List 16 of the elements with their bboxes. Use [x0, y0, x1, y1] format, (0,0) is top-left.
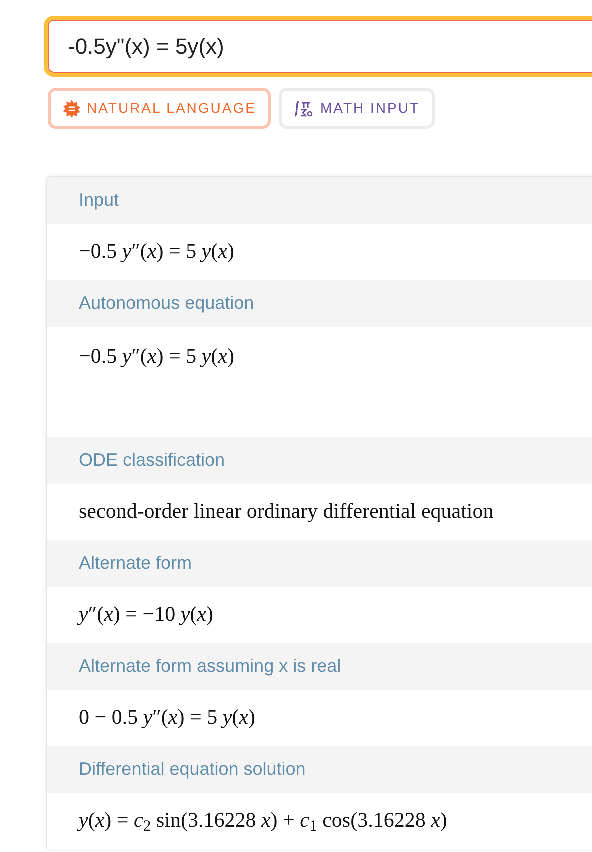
pod-result: −0.5 y″(x) = 5 y(x) [79, 238, 234, 266]
pod-result: 0 − 0.5 y″(x) = 5 y(x) [79, 704, 256, 732]
pod-title: ODE classification [79, 449, 226, 472]
pod-title: Alternate form [79, 552, 192, 575]
pod-title: Alternate form assuming x is real [79, 655, 342, 678]
input-mode-button[interactable]: MATH INPUT [279, 88, 435, 129]
pod-title: Input [79, 189, 120, 212]
badge-equals-icon [63, 100, 81, 118]
pod-result: y″(x) = −10 y(x) [79, 601, 214, 628]
pod-title: Differential equation solution [79, 758, 306, 781]
pod-result: second-order linear ordinary differential equation [79, 498, 494, 526]
math-symbols-icon [294, 100, 314, 118]
search-field[interactable]: -0.5y"(x) = 5y(x) [44, 16, 592, 77]
pod-result: y(x) = c$_{2}$ sin(3.16228 x) + c$_{1}$ cos(3.16228 x) [79, 807, 448, 837]
pod-title: Autonomous equation [79, 292, 254, 315]
pod-result: −0.5 y″(x) = 5 y(x) [79, 343, 234, 370]
